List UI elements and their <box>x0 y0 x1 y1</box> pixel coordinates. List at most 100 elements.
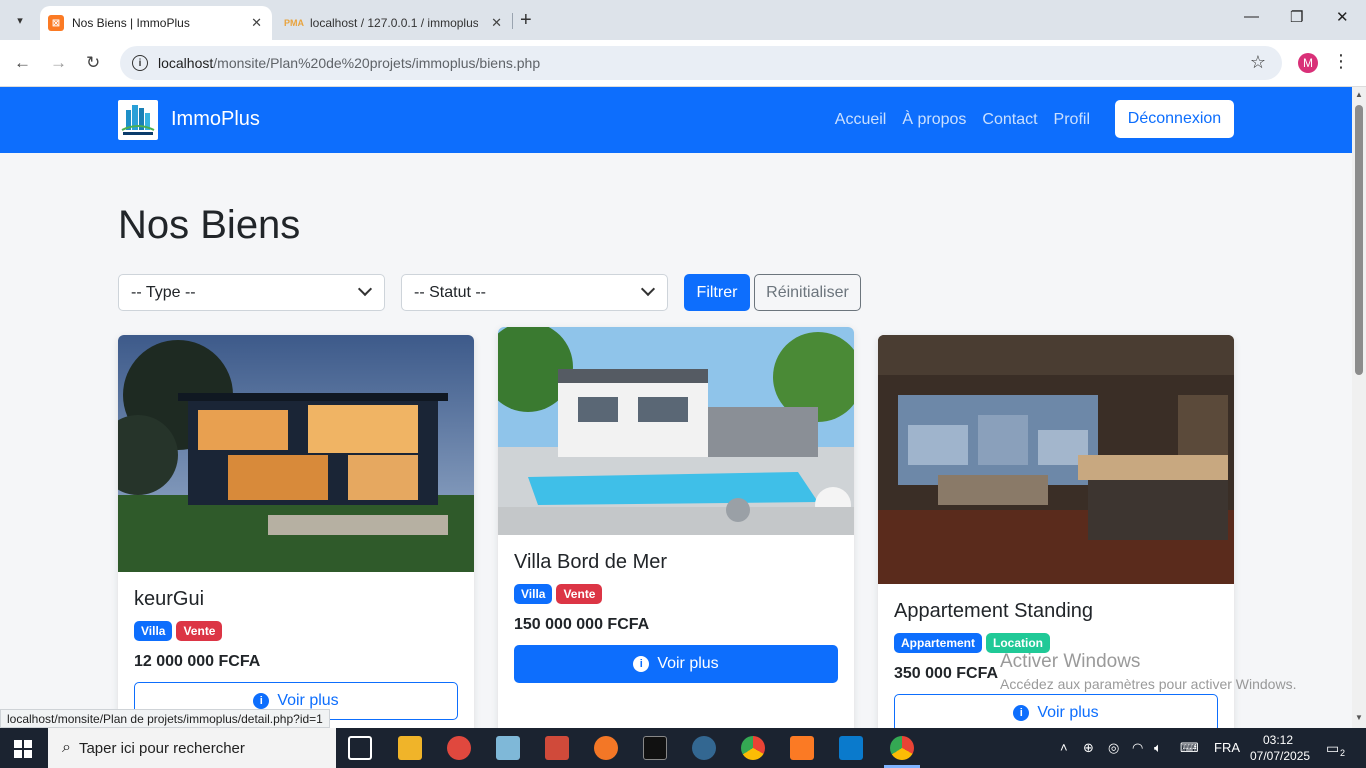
info-circle-icon: i <box>1013 705 1030 721</box>
property-image <box>498 327 854 535</box>
scroll-up-icon[interactable]: ▲ <box>1355 90 1363 99</box>
keyboard-icon[interactable]: ⌨ <box>1180 740 1199 756</box>
vscode-icon[interactable] <box>839 736 863 760</box>
file-explorer-icon[interactable] <box>398 736 422 760</box>
site-navbar: ImmoPlus Accueil À propos Contact Profil… <box>0 87 1352 153</box>
voir-plus-label: Voir plus <box>1037 704 1099 721</box>
tray-chevron-icon[interactable]: ˄ <box>1060 740 1068 755</box>
tab-title: localhost / 127.0.0.1 / immoplus <box>310 16 478 30</box>
nav-accueil[interactable]: Accueil <box>835 111 887 129</box>
statut-select-value: -- Statut -- <box>414 283 487 301</box>
new-tab-icon[interactable]: + <box>520 9 532 32</box>
nav-a-propos[interactable]: À propos <box>902 111 966 129</box>
reload-icon[interactable]: ↻ <box>86 53 100 73</box>
window-close-icon[interactable]: ✕ <box>1336 8 1349 26</box>
profile-avatar[interactable]: M <box>1298 53 1318 73</box>
browser-menu-icon[interactable]: ⋮ <box>1332 51 1350 72</box>
voir-plus-button[interactable]: i Voir plus <box>514 645 838 683</box>
language-indicator[interactable]: FRA <box>1214 740 1240 755</box>
scroll-down-icon[interactable]: ▼ <box>1355 713 1363 722</box>
scroll-thumb[interactable] <box>1355 105 1363 375</box>
card-body: keurGui Villa Vente 12 000 000 FCFA i Vo… <box>118 572 474 728</box>
meeting-icon[interactable]: ◎ <box>1108 740 1119 756</box>
card-badges: Appartement Location <box>894 633 1218 653</box>
bookmark-star-icon[interactable]: ☆ <box>1250 52 1266 73</box>
task-view-icon[interactable] <box>348 736 372 760</box>
immoplus-logo[interactable] <box>118 100 158 140</box>
chrome-icon[interactable] <box>741 736 765 760</box>
logout-button[interactable]: Déconnexion <box>1115 100 1234 138</box>
type-select[interactable]: -- Type -- <box>118 274 385 311</box>
xampp-icon[interactable] <box>790 736 814 760</box>
tab-separator <box>512 13 513 29</box>
property-card: Villa Bord de Mer Villa Vente 150 000 00… <box>498 327 854 728</box>
status-badge: Vente <box>556 584 603 604</box>
restore-icon[interactable]: ❐ <box>1290 8 1303 26</box>
card-price: 150 000 000 FCFA <box>514 616 650 633</box>
status-badge: Location <box>986 633 1051 653</box>
notes-app-icon[interactable] <box>496 736 520 760</box>
reset-button[interactable]: Réinitialiser <box>754 274 861 311</box>
system-clock[interactable]: 03:12 07/07/2025 <box>1250 732 1311 764</box>
network-globe-icon[interactable]: ⊕ <box>1083 740 1094 756</box>
jupyter-icon[interactable] <box>594 736 618 760</box>
chrome-profile-icon[interactable] <box>890 736 914 760</box>
minimize-icon[interactable]: — <box>1244 8 1259 25</box>
card-badges: Villa Vente <box>134 621 458 641</box>
forward-arrow-icon[interactable]: → <box>50 53 67 73</box>
filter-button[interactable]: Filtrer <box>684 274 750 311</box>
app-power-icon[interactable] <box>447 736 471 760</box>
windows-activation-text: Accédez aux paramètres pour activer Wind… <box>1000 676 1297 692</box>
tab-title: Nos Biens | ImmoPlus <box>72 16 190 30</box>
statut-select[interactable]: -- Statut -- <box>401 274 668 311</box>
voir-plus-button[interactable]: i Voir plus <box>894 694 1218 728</box>
back-arrow-icon[interactable]: ← <box>14 53 31 73</box>
windows-activation-title: Activer Windows <box>1000 651 1141 672</box>
card-title: Appartement Standing <box>894 600 1094 622</box>
windows-taskbar: ⌕ Taper ici pour rechercher ˄ ⊕ ◎ ◠ 🔈︎ ⌨… <box>0 728 1366 768</box>
volume-icon[interactable]: 🔈︎ <box>1154 740 1162 756</box>
tab-search-chevron-icon[interactable]: ▾ <box>8 8 32 32</box>
property-image <box>118 335 474 572</box>
clock-date: 07/07/2025 <box>1250 749 1311 763</box>
chevron-down-icon <box>357 281 373 297</box>
clock-time: 03:12 <box>1262 733 1294 747</box>
info-circle-icon: i <box>253 693 270 709</box>
notification-count: 2 <box>1340 748 1346 758</box>
tab-close-icon[interactable]: ✕ <box>491 15 502 31</box>
tab-phpmyadmin[interactable]: PMA localhost / 127.0.0.1 / immoplus ✕ <box>276 6 512 40</box>
postgresql-icon[interactable] <box>692 736 716 760</box>
status-badge: Vente <box>176 621 223 641</box>
git-app-icon[interactable] <box>545 736 569 760</box>
property-image <box>878 335 1234 584</box>
search-icon: ⌕ <box>62 739 71 756</box>
tab-close-icon[interactable]: ✕ <box>251 15 262 31</box>
taskbar-search-input[interactable]: ⌕ Taper ici pour rechercher <box>48 728 336 768</box>
nav-profil[interactable]: Profil <box>1054 111 1090 129</box>
main-nav: Accueil À propos Contact Profil <box>835 111 1090 129</box>
brand-name[interactable]: ImmoPlus <box>171 108 260 131</box>
page-title: Nos Biens <box>118 203 301 247</box>
windows-start-icon[interactable] <box>14 740 32 758</box>
type-select-value: -- Type -- <box>131 283 196 301</box>
notification-center-icon[interactable]: ▭ <box>1326 740 1339 757</box>
wifi-icon[interactable]: ◠ <box>1132 740 1143 756</box>
page-scrollbar[interactable]: ▲ ▼ <box>1352 87 1366 728</box>
address-toolbar: ← → ↻ i localhost /monsite/Plan%20de%20p… <box>0 40 1366 87</box>
card-badges: Villa Vente <box>514 584 838 604</box>
url-host: localhost <box>158 55 214 71</box>
phpmyadmin-favicon-icon: PMA <box>284 18 304 28</box>
taskbar-search-placeholder: Taper ici pour rechercher <box>78 739 245 757</box>
type-badge: Villa <box>514 584 553 604</box>
type-badge: Villa <box>134 621 173 641</box>
tab-nos-biens[interactable]: ⊠ Nos Biens | ImmoPlus ✕ <box>40 6 272 40</box>
nav-contact[interactable]: Contact <box>982 111 1037 129</box>
terminal-icon[interactable] <box>643 736 667 760</box>
type-badge: Appartement <box>894 633 983 653</box>
site-info-icon[interactable]: i <box>132 55 148 71</box>
url-field[interactable]: i localhost /monsite/Plan%20de%20projets… <box>120 46 1282 80</box>
link-status-bubble: localhost/monsite/Plan de projets/immopl… <box>0 709 330 728</box>
voir-plus-label: Voir plus <box>657 655 719 672</box>
browser-tab-strip: ▾ ⊠ Nos Biens | ImmoPlus ✕ PMA localhost… <box>0 0 1366 40</box>
card-title: keurGui <box>134 588 205 610</box>
